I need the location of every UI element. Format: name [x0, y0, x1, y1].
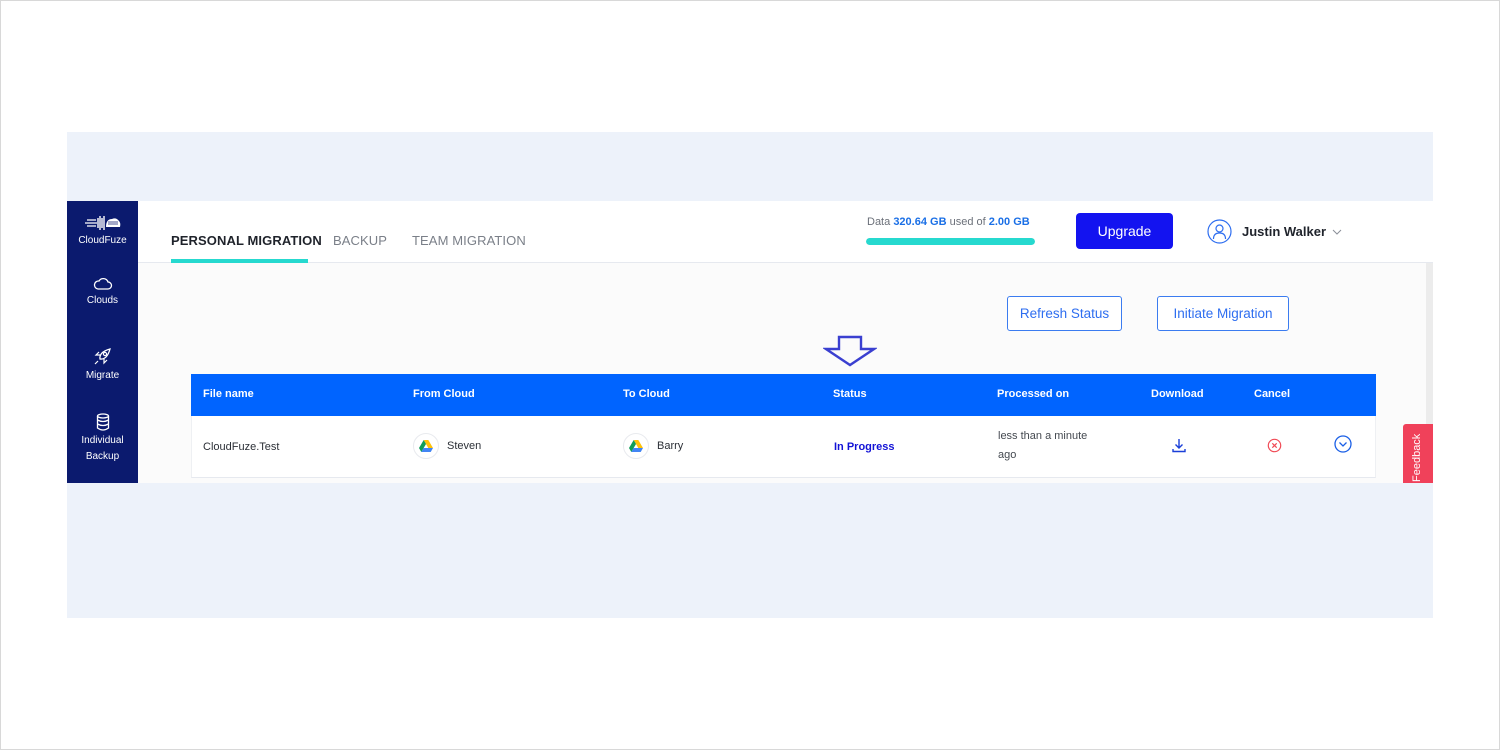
status-badge: In Progress [834, 441, 895, 453]
usage-total: 2.00 GB [988, 216, 1030, 228]
sidebar-item-label: Individual [81, 435, 124, 446]
expand-row-chevron-icon[interactable] [1334, 435, 1352, 453]
down-arrow-annotation-icon [823, 335, 877, 367]
brand-label: CloudFuze [78, 235, 127, 246]
column-header-processed-on[interactable]: Processed on [997, 388, 1069, 400]
cloudfuze-logo-icon [84, 216, 120, 230]
to-cloud-user: Barry [657, 440, 684, 452]
file-name-cell: CloudFuze.Test [203, 441, 280, 453]
active-tab-indicator [171, 259, 308, 263]
sidebar-item-migrate[interactable]: Migrate [67, 346, 138, 384]
sidebar: CloudFuze Clouds Migrate Individual Back… [67, 201, 138, 483]
tab-backup[interactable]: BACKUP [333, 233, 387, 248]
processed-on-line1: less than a minute [998, 430, 1088, 442]
chevron-down-icon [1332, 229, 1342, 235]
user-avatar-icon [1207, 219, 1232, 244]
usage-middle: used of [949, 216, 986, 228]
usage-used: 320.64 GB [893, 216, 947, 228]
user-name: Justin Walker [1242, 224, 1327, 239]
upgrade-button[interactable]: Upgrade [1076, 213, 1173, 249]
usage-progress-bar [866, 238, 1035, 245]
cloud-icon [93, 277, 112, 290]
table-header-row: File name From Cloud To Cloud Status Pro… [191, 374, 1376, 416]
rocket-icon [94, 348, 111, 365]
table-row: CloudFuze.Test Steven Barry In Progress … [191, 416, 1376, 478]
sidebar-item-clouds[interactable]: Clouds [67, 277, 138, 309]
download-icon[interactable] [1172, 438, 1186, 453]
column-header-from-cloud[interactable]: From Cloud [413, 388, 475, 400]
database-icon [96, 413, 109, 431]
processed-on-cell: less than a minute ago [998, 427, 1087, 465]
sidebar-brand[interactable]: CloudFuze [67, 215, 138, 249]
user-menu[interactable]: Justin Walker [1207, 219, 1342, 244]
data-usage-text: Data 320.64 GB used of 2.00 GB [867, 216, 1030, 228]
sidebar-item-label: Clouds [86, 295, 119, 306]
from-cloud-user: Steven [447, 440, 482, 452]
cancel-icon[interactable] [1267, 438, 1282, 453]
sidebar-item-label-line2: Backup [85, 451, 120, 462]
processed-on-line2: ago [998, 449, 1017, 461]
initiate-migration-button[interactable]: Initiate Migration [1157, 296, 1289, 331]
feedback-label: Feedback [1411, 433, 1423, 482]
feedback-tab[interactable]: Feedback [1403, 424, 1433, 483]
sidebar-item-label: Migrate [85, 370, 120, 381]
column-header-to-cloud[interactable]: To Cloud [623, 388, 670, 400]
column-header-status[interactable]: Status [833, 388, 867, 400]
to-cloud-cell: Barry [623, 433, 683, 459]
app-window: CloudFuze Clouds Migrate Individual Back… [67, 201, 1433, 483]
tab-personal-migration[interactable]: PERSONAL MIGRATION [171, 233, 322, 248]
refresh-status-button[interactable]: Refresh Status [1007, 296, 1122, 331]
tab-team-migration[interactable]: TEAM MIGRATION [412, 233, 526, 248]
google-drive-icon [623, 433, 649, 459]
top-header: PERSONAL MIGRATION BACKUP TEAM MIGRATION… [138, 201, 1433, 263]
from-cloud-cell: Steven [413, 433, 481, 459]
column-header-cancel[interactable]: Cancel [1254, 388, 1290, 400]
migration-table: File name From Cloud To Cloud Status Pro… [191, 374, 1376, 478]
usage-prefix: Data [867, 216, 891, 228]
sidebar-item-individual-backup[interactable]: Individual Backup [67, 413, 138, 465]
usage-progress-fill [866, 238, 1035, 245]
column-header-file-name[interactable]: File name [203, 388, 254, 400]
google-drive-icon [413, 433, 439, 459]
column-header-download[interactable]: Download [1151, 388, 1204, 400]
